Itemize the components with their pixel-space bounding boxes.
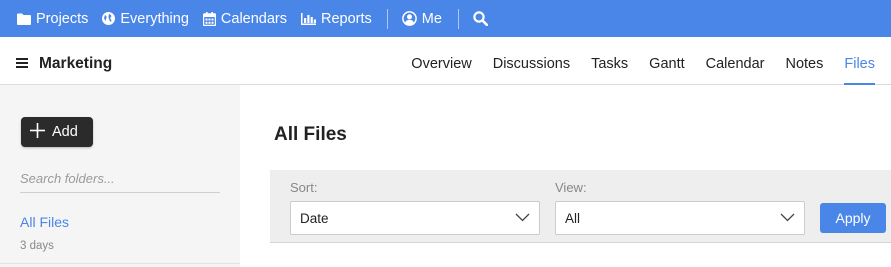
add-button[interactable]: Add <box>21 117 93 147</box>
nav-reports-label: Reports <box>321 10 372 27</box>
menu-icon[interactable] <box>16 58 28 68</box>
folder-item-all-files[interactable]: All Files <box>20 214 69 230</box>
tab-gantt[interactable]: Gantt <box>649 37 684 85</box>
search-folders-input[interactable] <box>20 165 220 193</box>
nav-divider <box>457 8 459 29</box>
top-navigation-bar: Projects Everything Calendars Reports Me <box>0 0 891 37</box>
folder-icon <box>17 13 36 25</box>
nav-calendars[interactable]: Calendars <box>202 0 287 37</box>
nav-calendars-label: Calendars <box>220 10 287 27</box>
folder-sidebar: Add All Files 3 days <box>0 85 240 267</box>
tab-files[interactable]: Files <box>844 37 875 85</box>
nav-me-label: Me <box>421 10 442 27</box>
user-circle-icon <box>401 11 422 26</box>
page-title: All Files <box>274 124 347 145</box>
project-tabs: Overview Discussions Tasks Gantt Calenda… <box>390 37 891 85</box>
view-label: View: <box>555 180 587 195</box>
tab-overview[interactable]: Overview <box>411 37 471 85</box>
nav-everything-label: Everything <box>120 10 189 27</box>
calendar-icon <box>202 11 221 26</box>
view-select-value: All <box>565 211 581 226</box>
nav-projects[interactable]: Projects <box>17 0 88 37</box>
tab-tasks[interactable]: Tasks <box>591 37 628 85</box>
project-title: Marketing <box>39 55 113 72</box>
sort-label: Sort: <box>290 180 318 195</box>
bar-chart-icon <box>301 12 321 25</box>
sort-select[interactable]: Date <box>290 201 540 235</box>
tab-calendar[interactable]: Calendar <box>706 37 765 85</box>
search-button[interactable] <box>473 0 493 37</box>
nav-everything[interactable]: Everything <box>102 0 189 37</box>
nav-divider <box>386 8 388 29</box>
sort-select-value: Date <box>300 211 329 226</box>
nav-me[interactable]: Me <box>401 0 442 37</box>
apply-button[interactable]: Apply <box>820 203 886 233</box>
nav-projects-label: Projects <box>36 10 89 27</box>
folder-item-meta: 3 days <box>20 240 54 252</box>
globe-icon <box>102 12 120 25</box>
tab-discussions[interactable]: Discussions <box>493 37 570 85</box>
search-icon <box>473 11 493 26</box>
project-header: Marketing Overview Discussions Tasks Gan… <box>0 37 891 85</box>
folder-divider <box>0 263 240 264</box>
add-button-label: Add <box>52 124 78 140</box>
tab-notes[interactable]: Notes <box>785 37 823 85</box>
plus-icon <box>30 122 52 142</box>
view-select[interactable]: All <box>555 201 805 235</box>
filter-panel: Sort: Date View: All Apply <box>270 170 891 243</box>
nav-reports[interactable]: Reports <box>301 0 372 37</box>
